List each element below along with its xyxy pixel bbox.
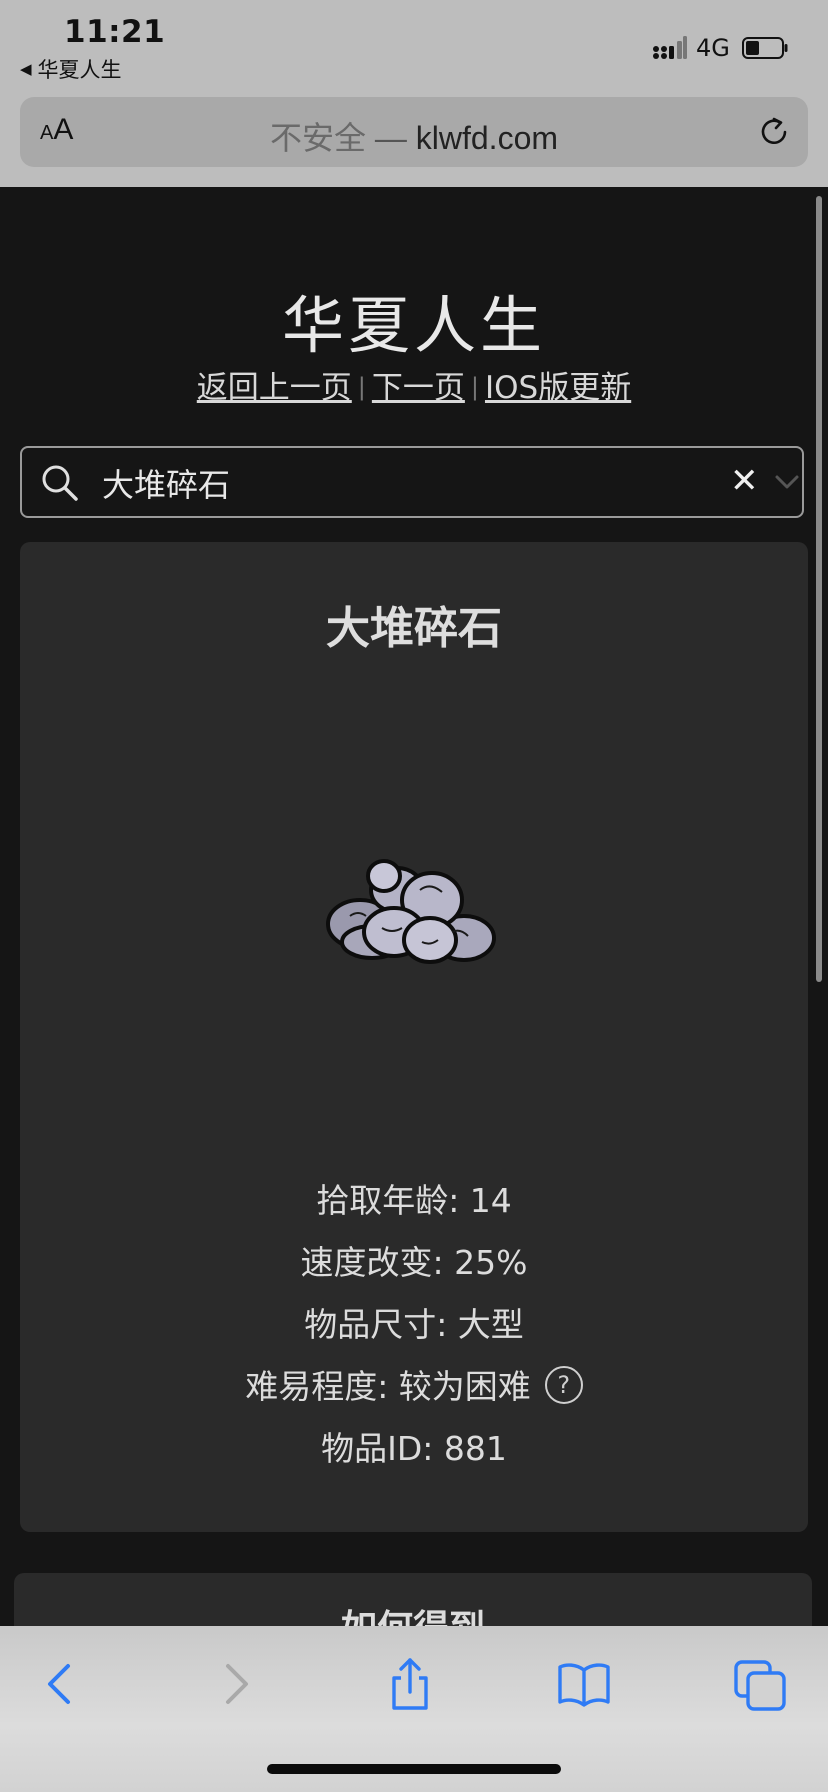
difficulty-row: 难易程度: 较为困难? bbox=[20, 1356, 808, 1418]
chevron-down-icon[interactable] bbox=[774, 472, 800, 492]
tabs-icon[interactable] bbox=[732, 1656, 788, 1712]
back-app-label: 华夏人生 bbox=[37, 58, 122, 82]
item-card: 大堆碎石 拾取年龄: 14 速度改变: 25% 物品尺寸: 大型 难易程度: 较… bbox=[20, 542, 808, 1532]
signal-icon bbox=[653, 36, 687, 59]
back-arrow-icon[interactable] bbox=[34, 1656, 90, 1712]
reload-icon[interactable] bbox=[758, 115, 792, 149]
item-name: 大堆碎石 bbox=[326, 603, 502, 654]
pickup-age: 拾取年龄: 14 bbox=[316, 1181, 512, 1220]
next-page-link[interactable]: 下一页 bbox=[372, 370, 465, 406]
nav-links: 返回上一页 | 下一页 | IOS版更新 bbox=[0, 362, 828, 407]
rubble-pile-image bbox=[326, 859, 496, 964]
search-box[interactable]: ✕ bbox=[20, 446, 804, 518]
forward-arrow-icon[interactable] bbox=[206, 1656, 262, 1712]
network-type: 4G bbox=[696, 34, 730, 62]
search-input[interactable] bbox=[100, 456, 704, 510]
status-time: 11:21 bbox=[64, 14, 166, 50]
back-to-app-link[interactable]: ◀ 华夏人生 bbox=[20, 54, 122, 84]
bookmarks-icon[interactable] bbox=[556, 1656, 612, 1712]
back-triangle-icon: ◀ bbox=[20, 60, 32, 78]
item-size: 物品尺寸: 大型 bbox=[304, 1305, 524, 1344]
url-domain: klwfd.com bbox=[415, 120, 559, 156]
help-icon[interactable]: ? bbox=[544, 1365, 583, 1404]
nav-separator: | bbox=[470, 373, 479, 401]
item-id: 物品ID: 881 bbox=[321, 1429, 507, 1468]
address-bar[interactable]: AA 不安全 — klwfd.com bbox=[20, 97, 808, 167]
search-icon bbox=[42, 465, 78, 501]
ios-update-link[interactable]: IOS版更新 bbox=[485, 370, 631, 406]
speed-change: 速度改变: 25% bbox=[300, 1243, 528, 1282]
nav-separator: | bbox=[357, 373, 366, 401]
share-icon[interactable] bbox=[382, 1656, 438, 1712]
back-page-link[interactable]: 返回上一页 bbox=[197, 370, 352, 406]
insecure-label: 不安全 bbox=[269, 120, 366, 156]
url-text: 不安全 — klwfd.com bbox=[20, 113, 808, 159]
battery-icon bbox=[742, 37, 788, 59]
url-separator: — bbox=[365, 120, 416, 156]
item-details: 拾取年龄: 14 速度改变: 25% 物品尺寸: 大型 难易程度: 较为困难? … bbox=[20, 1170, 808, 1480]
home-indicator[interactable] bbox=[267, 1764, 561, 1774]
clear-search-icon[interactable]: ✕ bbox=[730, 464, 759, 498]
difficulty: 难易程度: 较为困难 bbox=[245, 1367, 531, 1406]
site-title: 华夏人生 bbox=[281, 289, 546, 362]
browser-top-chrome: 11:21 ◀ 华夏人生 4G AA 不安全 — klwfd.com bbox=[0, 0, 828, 187]
